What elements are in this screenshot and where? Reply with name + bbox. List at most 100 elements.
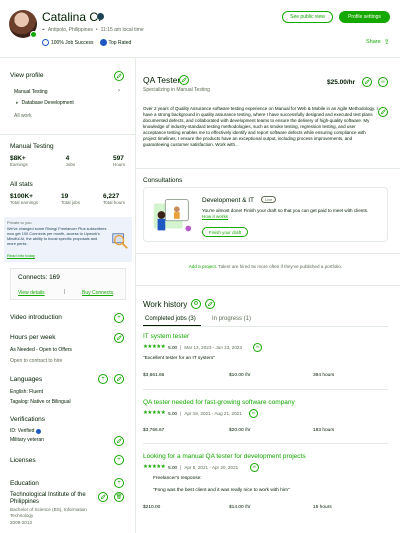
finish-draft-button[interactable]: Finish your draft (202, 227, 248, 237)
job-share-button[interactable]: ∞ (253, 343, 262, 352)
separator: | (180, 464, 182, 470)
consultation-illustration-icon (153, 199, 192, 232)
stat-label: Total earnings (10, 200, 39, 205)
local-time-text: 11:15 am local time (100, 27, 144, 33)
chevron-right-icon: › (118, 88, 120, 94)
location-row: ⌖ Antipolo, Philippines • 11:15 am local… (42, 27, 144, 33)
add-project-note: Talent are hired 9x more often if they'v… (217, 264, 343, 269)
view-profile-heading: View profile (10, 72, 44, 79)
job-hours: 384 hours (313, 373, 335, 378)
all-stats-heading: All stats (10, 181, 33, 188)
view-details-link[interactable]: View details (18, 290, 45, 296)
job-title[interactable]: QA tester needed for fast-growing softwa… (143, 399, 295, 406)
job-dates: Mar 13, 2023 - Jun 23, 2023 (184, 344, 243, 350)
see-public-view-button[interactable]: See public view (282, 11, 333, 23)
job-hours: 183 hours (313, 428, 335, 433)
stat-hours: 597 Hours (113, 155, 125, 167)
id-verified-row: ID: Verified (10, 428, 42, 434)
bullet-dot: ▸ (16, 100, 19, 106)
stat-total-jobs: 19 Total jobs (61, 193, 80, 205)
job-share-button[interactable]: ∞ (250, 463, 259, 472)
edit-overview-button[interactable] (378, 107, 388, 117)
pencil-icon (116, 376, 122, 382)
edit-title-button[interactable] (179, 75, 189, 85)
promo-link[interactable]: Read info today (7, 253, 35, 258)
stat-value: 4 (65, 155, 70, 162)
edit-education-button[interactable] (98, 492, 108, 502)
stat-label: Earnings (10, 162, 28, 167)
plus-icon: + (117, 457, 121, 463)
video-intro-heading: Video introduction (10, 314, 62, 321)
job-title[interactable]: Looking for a manual QA tester for devel… (143, 453, 306, 460)
share-profile-button[interactable]: ∞ (378, 77, 388, 87)
top-rated-icon (99, 39, 107, 46)
job-rating-row: ★★★★★ 5.00 | Mar 13, 2023 - Jun 23, 2023 (143, 344, 242, 350)
languages-heading: Languages (10, 376, 43, 383)
add-license-button[interactable]: + (114, 455, 124, 465)
how-it-works-link[interactable]: How it works (202, 214, 228, 219)
top-rated-text: Top Rated (108, 39, 132, 46)
trash-icon: 🗑 (115, 493, 123, 500)
star-rating-icon: ★★★★★ (143, 410, 166, 416)
stat-label: Jobs (65, 162, 76, 167)
promo-title: Private to you (7, 220, 32, 225)
edit-hours-button[interactable] (114, 333, 124, 343)
connects-divider: | (64, 289, 66, 295)
tab-completed-jobs[interactable]: Completed jobs (3) (145, 316, 196, 322)
online-status-dot (30, 31, 37, 38)
stat-total-earnings: $100K+ Total earnings (10, 193, 38, 205)
consultation-text-body: You're almost done! Finish your draft so… (202, 208, 369, 213)
connects-card: Connects: 169 View details | Buy Connect… (10, 268, 126, 300)
edit-rate-button[interactable] (362, 77, 372, 87)
add-video-button[interactable]: + (114, 313, 124, 323)
magnifier-illustration-icon (112, 233, 128, 249)
work-history-edit-button[interactable] (205, 299, 215, 309)
work-history-settings-button[interactable]: ⚙ (191, 299, 201, 309)
sidebar-item-database-development[interactable]: ▸ Database Development (16, 100, 74, 106)
sidebar-item-all-work[interactable]: All work (14, 113, 32, 119)
edit-view-profile-button[interactable] (114, 71, 124, 81)
stat-label: Total jobs (61, 200, 81, 205)
separator: | (180, 410, 182, 416)
job-rating-row: ★★★★★ 5.00 | Apr 19, 2021 - Aug 21, 2021 (143, 410, 242, 416)
pencil-icon (364, 79, 370, 85)
add-education-button[interactable]: + (114, 478, 124, 488)
edit-languages-button[interactable] (114, 374, 124, 384)
overview-text: Over 2 years of Quality Assurance softwa… (143, 106, 378, 147)
selected-specialty-heading: Manual Testing (10, 143, 54, 150)
star-rating-icon: ★★★★★ (143, 344, 166, 350)
stat-value: 597 (112, 155, 124, 162)
id-verified-text: ID: Verified (10, 428, 35, 434)
plus-icon: + (101, 376, 105, 382)
verified-badge-icon (97, 13, 104, 20)
pencil-icon (116, 438, 122, 444)
stat-earnings: $8K+ Earnings (10, 155, 28, 167)
job-title[interactable]: IT system tester (143, 333, 189, 340)
job-success-icon (42, 39, 49, 46)
buy-connects-link[interactable]: Buy Connects (82, 290, 113, 296)
edit-verifications-button[interactable] (114, 436, 124, 446)
sidebar-item-label: Database Development (21, 100, 74, 106)
plus-icon: + (117, 315, 121, 321)
pencil-icon (380, 109, 386, 115)
tab-in-progress[interactable]: In progress (1) (212, 316, 251, 322)
consultations-heading: Consultations (143, 177, 183, 184)
profile-title: QA Tester (143, 75, 181, 85)
sidebar-item-manual-testing[interactable]: Manual Testing (14, 89, 48, 95)
location-pin-icon: ⌖ (42, 27, 45, 33)
add-language-button[interactable]: + (98, 374, 108, 384)
stat-total-hours: 6,227 Total hours (103, 193, 125, 205)
star-rating-icon: ★★★★★ (143, 464, 166, 470)
job-share-button[interactable]: ∞ (249, 409, 258, 418)
separator: | (180, 344, 182, 350)
job-rate: $14.00 /hr (229, 505, 251, 510)
profile-settings-button[interactable]: Profile settings (339, 11, 390, 23)
job-dates: Apr 19, 2021 - Aug 21, 2021 (184, 410, 242, 416)
job-review: "Fong was the best client and it was rea… (153, 488, 290, 493)
delete-education-button[interactable]: 🗑 (114, 492, 124, 502)
share-link[interactable]: Share ⇪ (366, 38, 390, 46)
add-project-link[interactable]: Add a project. (189, 264, 217, 269)
job-rate: $20.00 /hr (229, 428, 251, 433)
specializing-text: Specializing in Manual Testing (143, 87, 210, 93)
pencil-icon (100, 494, 106, 500)
